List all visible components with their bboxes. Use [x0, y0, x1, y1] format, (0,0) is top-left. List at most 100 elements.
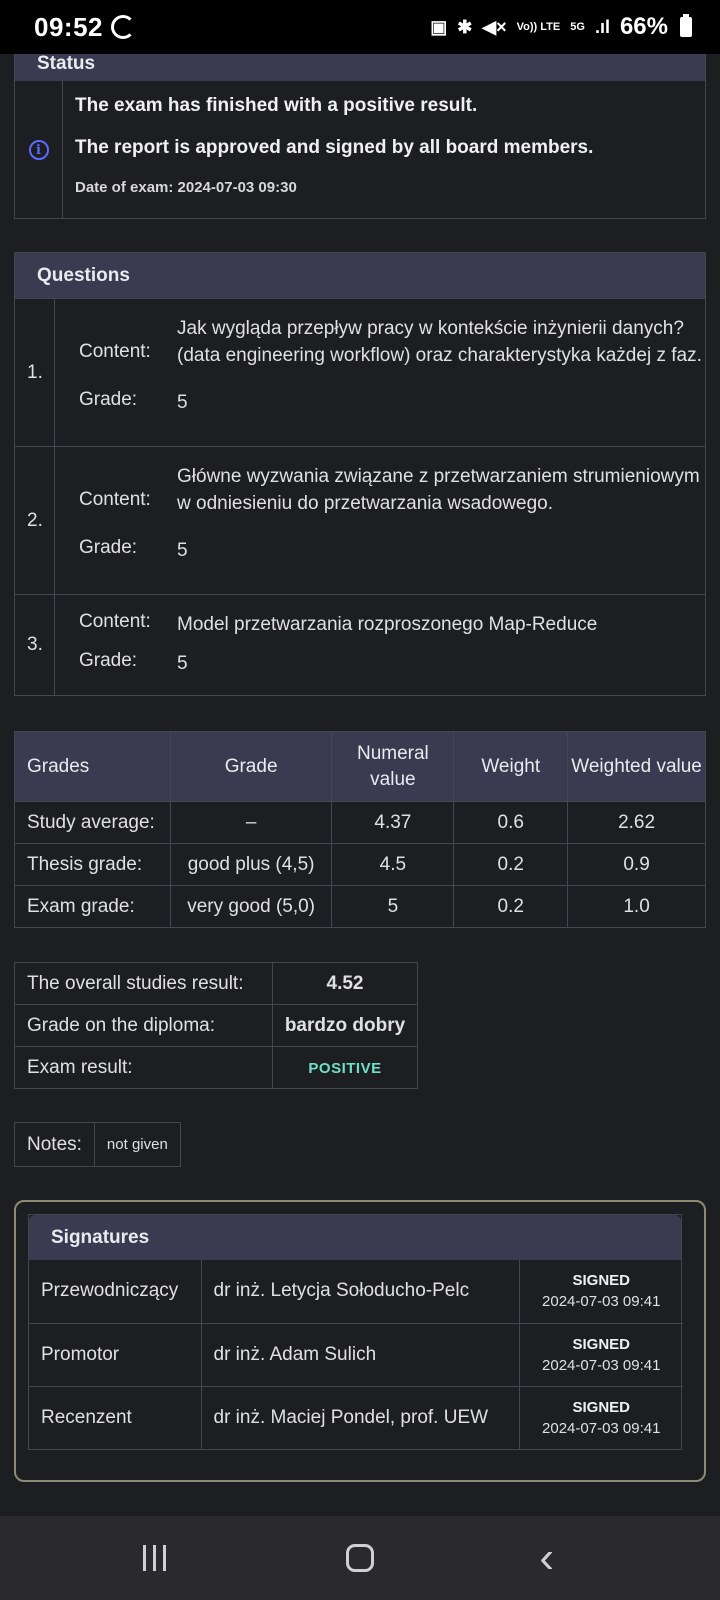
battery-percent: 66%: [619, 13, 668, 40]
question-content: Model przetwarzania rozproszonego Map-Re…: [177, 614, 598, 635]
col-header-weight: Weight: [453, 731, 569, 802]
question-number: 2.: [15, 447, 55, 594]
exam-result-cell: POSITIVE: [272, 1046, 418, 1089]
recent-apps-icon[interactable]: [143, 1545, 203, 1571]
clock: 09:52: [34, 11, 103, 42]
signature-status: SIGNED 2024-07-03 09:41: [518, 1260, 683, 1324]
numeral-cell: 5: [331, 885, 455, 928]
signatures-table: Przewodniczący dr inż. Letycja Sołoducho…: [29, 1260, 683, 1449]
grade-cell: good plus (4,5): [169, 843, 333, 886]
signer-name: dr inż. Adam Sulich: [200, 1322, 520, 1387]
table-row: Przewodniczący dr inż. Letycja Sołoducho…: [29, 1260, 683, 1324]
grade-label: Grade:: [79, 650, 138, 671]
battery-saver-icon: ▣: [430, 16, 448, 37]
home-icon: [345, 1544, 374, 1572]
question-grade: 5: [177, 392, 188, 413]
back-icon[interactable]: ‹: [517, 1533, 577, 1583]
bluetooth-icon: ✱: [457, 16, 473, 37]
table-row: Notes: not given: [14, 1122, 181, 1167]
diploma-grade-value: bardzo dobry: [272, 1004, 418, 1047]
question-row: 2. Content: Główne wyzwania związane z p…: [15, 446, 705, 594]
signer-role: Przewodniczący: [29, 1260, 202, 1324]
grades-table: Grades Grade Numeral value Weight Weight…: [14, 731, 706, 928]
weighted-cell: 1.0: [567, 885, 706, 928]
grade-cell: –: [169, 801, 333, 844]
numeral-cell: 4.5: [331, 843, 455, 886]
weighted-cell: 2.62: [567, 801, 706, 844]
question-number: 1.: [15, 299, 55, 446]
numeral-cell: 4.37: [331, 801, 455, 844]
mute-icon: ◀×: [482, 16, 507, 37]
signed-label: SIGNED: [572, 1335, 630, 1353]
signed-label: SIGNED: [572, 1272, 630, 1290]
status-line-result: The exam has finished with a positive re…: [75, 95, 478, 116]
table-row: Exam result: POSITIVE: [14, 1046, 418, 1089]
signatures-title: Signatures: [29, 1215, 681, 1260]
battery-icon: [680, 14, 692, 37]
table-row: Recenzent dr inż. Maciej Pondel, prof. U…: [29, 1385, 683, 1449]
grade-label: Grade:: [79, 537, 138, 558]
table-row: Promotor dr inż. Adam Sulich SIGNED 2024…: [29, 1322, 683, 1387]
signed-date: 2024-07-03 09:41: [542, 1356, 661, 1374]
home-button[interactable]: [330, 1544, 390, 1572]
notes-value: not given: [93, 1122, 181, 1167]
content-label: Content:: [79, 611, 151, 632]
weighted-cell: 0.9: [567, 843, 706, 886]
question-number: 3.: [15, 595, 55, 695]
signature-status: SIGNED 2024-07-03 09:41: [518, 1385, 683, 1449]
weight-cell: 0.2: [453, 885, 569, 928]
question-grade: 5: [177, 653, 188, 674]
question-row: 1. Content: Jak wygląda przepływ pracy w…: [15, 298, 705, 446]
weight-cell: 0.6: [453, 801, 569, 844]
exam-result-badge: POSITIVE: [308, 1059, 382, 1077]
grades-header-row: Grades Grade Numeral value Weight Weight…: [14, 731, 706, 802]
question-content: Jak wygląda przepływ pracy w kontekście …: [177, 318, 702, 366]
signer-role: Promotor: [29, 1322, 202, 1387]
questions-title: Questions: [15, 253, 705, 298]
col-header-weighted-value: Weighted value: [567, 731, 706, 802]
overall-result-label: The overall studies result:: [14, 962, 273, 1005]
signature-status: SIGNED 2024-07-03 09:41: [518, 1322, 683, 1387]
diploma-grade-label: Grade on the diploma:: [14, 1004, 273, 1047]
signed-date: 2024-07-03 09:41: [542, 1293, 661, 1311]
sync-icon: [111, 15, 135, 39]
status-bar: 09:52 ▣ ✱ ◀× Vo)) LTE 5G .ıl 66%: [0, 0, 720, 54]
status-line-report: The report is approved and signed by all…: [75, 137, 594, 158]
questions-panel: Questions 1. Content: Jak wygląda przepł…: [14, 252, 706, 696]
table-row: Thesis grade: good plus (4,5) 4.5 0.2 0.…: [14, 843, 706, 886]
signer-name: dr inż. Maciej Pondel, prof. UEW: [200, 1385, 520, 1449]
signatures-section: Signatures Przewodniczący dr inż. Letycj…: [14, 1200, 706, 1482]
col-header-grades: Grades: [14, 731, 171, 802]
grade-cell: very good (5,0): [169, 885, 333, 928]
signer-name: dr inż. Letycja Sołoducho-Pelc: [200, 1260, 520, 1324]
grade-row-label: Exam grade:: [14, 885, 171, 928]
question-grade: 5: [177, 540, 188, 561]
status-panel: Status i The exam has finished with a po…: [14, 40, 706, 219]
grade-row-label: Thesis grade:: [14, 843, 171, 886]
col-header-numeral-value: Numeral value: [331, 731, 455, 802]
signed-date: 2024-07-03 09:41: [542, 1419, 661, 1437]
overall-table: The overall studies result: 4.52 Grade o…: [14, 962, 418, 1089]
signer-role: Recenzent: [29, 1385, 202, 1449]
table-row: Study average: – 4.37 0.6 2.62: [14, 801, 706, 844]
volte-icon: Vo)) LTE: [516, 20, 561, 33]
question-content: Główne wyzwania związane z przetwarzanie…: [177, 466, 700, 514]
content-label: Content:: [79, 341, 151, 362]
grade-row-label: Study average:: [14, 801, 171, 844]
exam-result-label: Exam result:: [14, 1046, 273, 1089]
info-icon: i: [28, 140, 49, 160]
navigation-bar: ‹: [0, 1516, 720, 1600]
network-5g-icon: 5G: [570, 20, 585, 33]
notes-table: Notes: not given: [14, 1122, 181, 1167]
notes-label: Notes:: [14, 1122, 95, 1167]
overall-result-value: 4.52: [272, 962, 418, 1005]
table-row: Grade on the diploma: bardzo dobry: [14, 1004, 418, 1047]
signed-label: SIGNED: [572, 1398, 630, 1416]
table-row: Exam grade: very good (5,0) 5 0.2 1.0: [14, 885, 706, 928]
col-header-grade: Grade: [169, 731, 333, 802]
signal-icon: .ıl: [594, 16, 610, 37]
question-row: 3. Content: Model przetwarzania rozprosz…: [15, 594, 705, 695]
exam-date: Date of exam: 2024-07-03 09:30: [75, 179, 297, 196]
weight-cell: 0.2: [453, 843, 569, 886]
grade-label: Grade:: [79, 389, 138, 410]
